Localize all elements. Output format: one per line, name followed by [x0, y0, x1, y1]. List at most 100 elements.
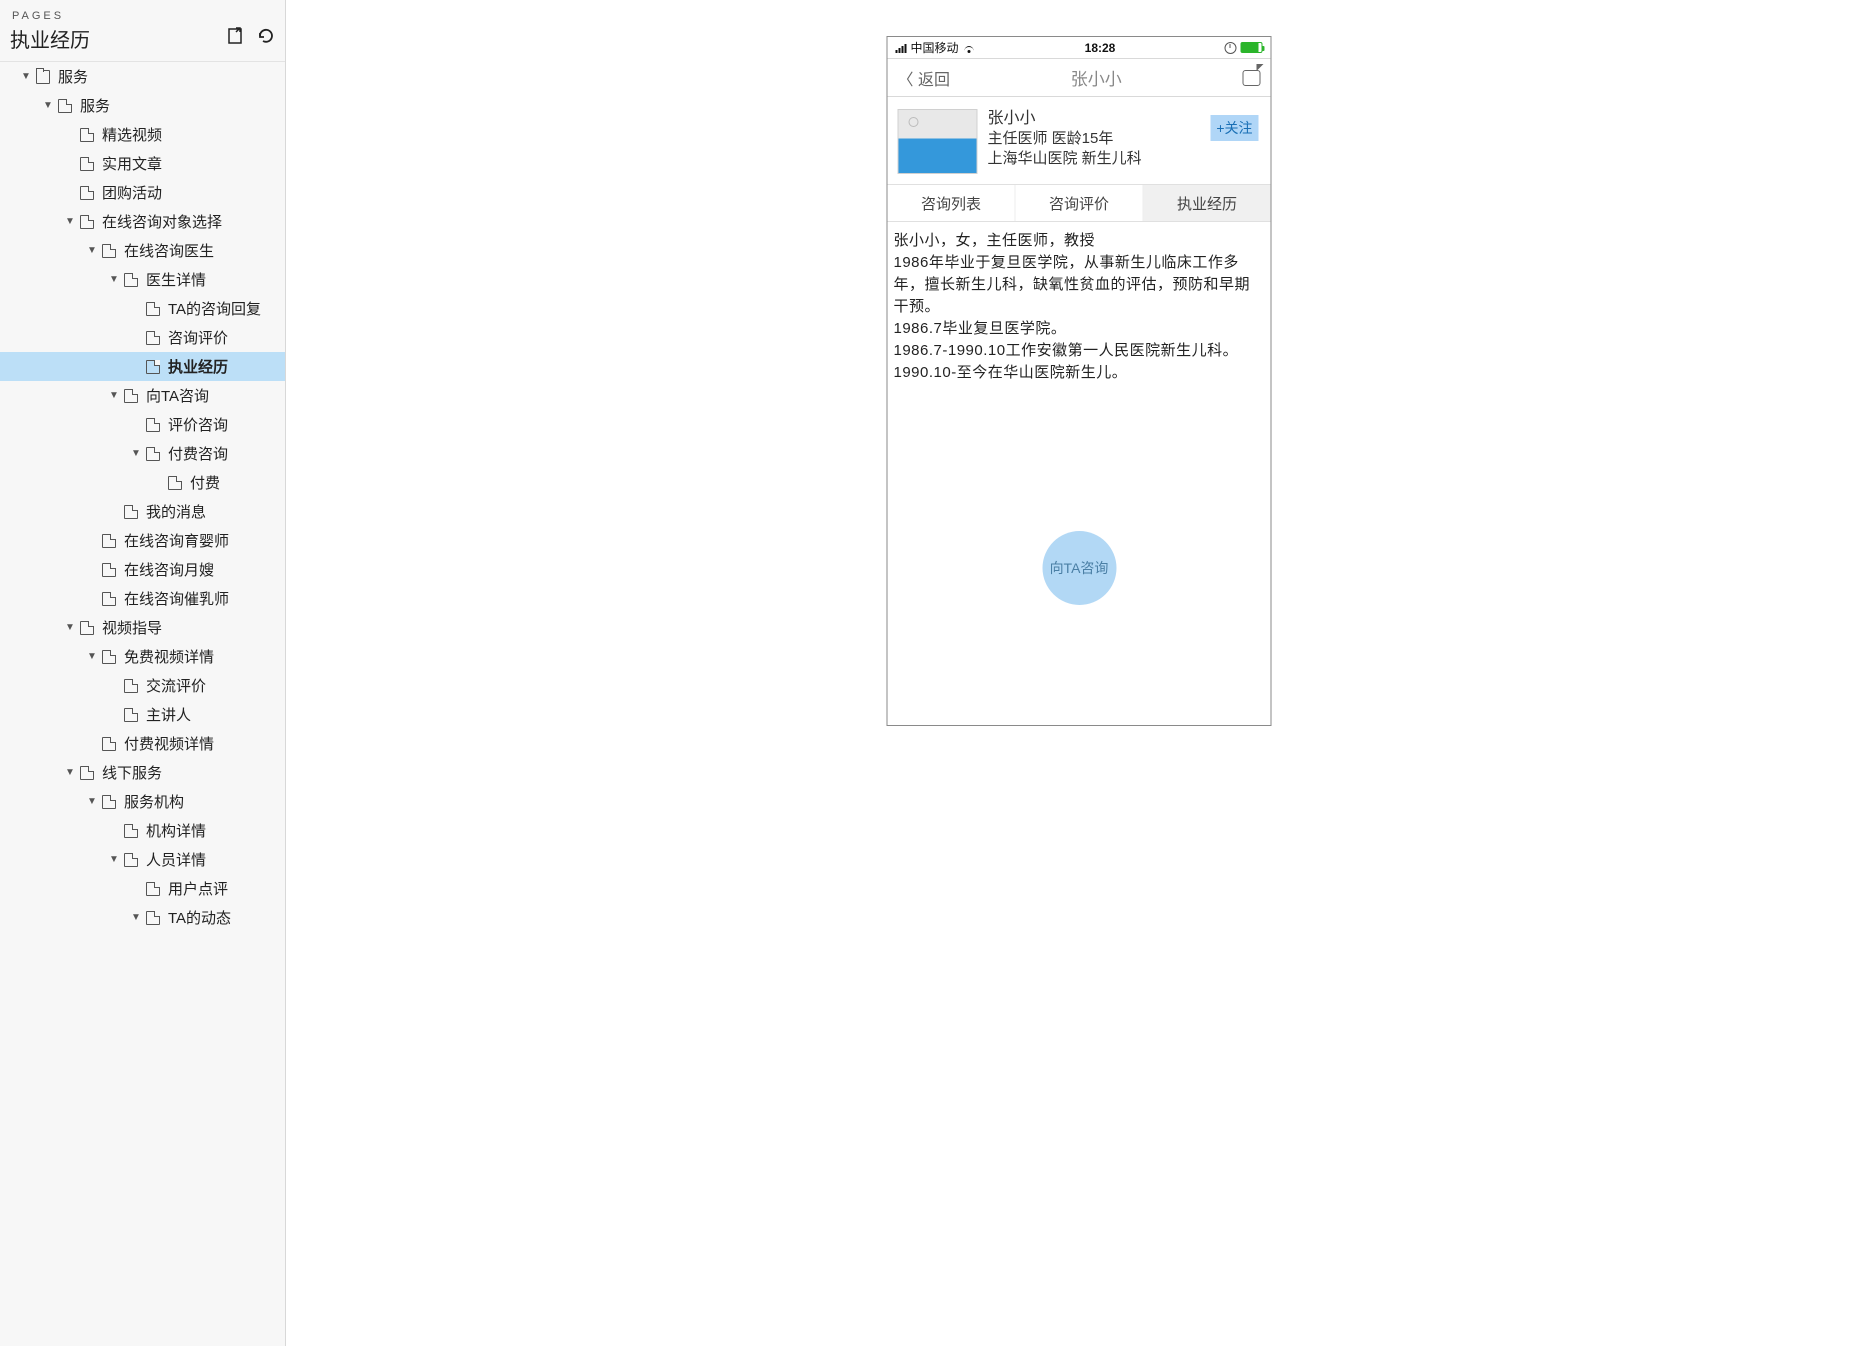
- tree-item-label: 执业经历: [168, 356, 228, 377]
- doctor-name: 张小小: [988, 109, 1142, 129]
- tab[interactable]: 执业经历: [1144, 185, 1271, 221]
- content-line: 1986.7毕业复旦医学院。: [894, 318, 1265, 340]
- tree-item[interactable]: ▼付费咨询: [0, 439, 285, 468]
- page-icon: [102, 737, 116, 751]
- expander-icon[interactable]: ▼: [108, 854, 120, 865]
- page-icon: [102, 563, 116, 577]
- content-line: 张小小，女，主任医师，教授: [894, 230, 1265, 252]
- tree-item[interactable]: ▼服务: [0, 62, 285, 91]
- page-icon: [124, 708, 138, 722]
- tree-item-label: 服务机构: [124, 791, 184, 812]
- expander-icon[interactable]: ▼: [108, 274, 120, 285]
- page-icon: [146, 447, 160, 461]
- tree-item[interactable]: 咨询评价: [0, 323, 285, 352]
- tree-item[interactable]: 实用文章: [0, 149, 285, 178]
- tree-item-label: 主讲人: [146, 704, 191, 725]
- expander-icon[interactable]: ▼: [86, 796, 98, 807]
- tree-item-label: TA的咨询回复: [168, 298, 261, 319]
- nav-title: 张小小: [1071, 65, 1122, 90]
- page-icon: [146, 331, 160, 345]
- battery-icon: [1241, 42, 1263, 53]
- expander-icon[interactable]: ▼: [64, 767, 76, 778]
- page-icon: [124, 679, 138, 693]
- tree-item[interactable]: ▼向TA咨询: [0, 381, 285, 410]
- tree-item[interactable]: 在线咨询催乳师: [0, 584, 285, 613]
- tree-item[interactable]: 用户点评: [0, 874, 285, 903]
- page-icon: [102, 592, 116, 606]
- nav-bar: 〈 返回 张小小: [888, 59, 1271, 97]
- doctor-hospital: 上海华山医院 新生儿科: [988, 149, 1142, 169]
- carrier-label: 中国移动: [911, 39, 959, 56]
- tab[interactable]: 咨询列表: [888, 185, 1016, 221]
- tree-item[interactable]: 付费: [0, 468, 285, 497]
- tree-item[interactable]: ▼ 服务机构: [0, 787, 285, 816]
- tree-item[interactable]: ▼ 在线咨询对象选择: [0, 207, 285, 236]
- tree-item-label: 视频指导: [102, 617, 162, 638]
- pages-sidebar: PAGES 执业经历 ▼服务▼服务精选视频实用文章团购活动▼在线咨询对象选择▼在…: [0, 0, 286, 1346]
- page-icon: [124, 853, 138, 867]
- tree-item-label: 在线咨询对象选择: [102, 211, 222, 232]
- tree-item-label: 机构详情: [146, 820, 206, 841]
- tree-item[interactable]: ▼ 视频指导: [0, 613, 285, 642]
- status-time: 18:28: [1085, 41, 1116, 55]
- tree-item-label: 我的消息: [146, 501, 206, 522]
- tree-item-label: 付费: [190, 472, 220, 493]
- tree-item[interactable]: 团购活动: [0, 178, 285, 207]
- page-tree[interactable]: ▼服务▼服务精选视频实用文章团购活动▼在线咨询对象选择▼在线咨询医生▼医生详情T…: [0, 62, 285, 1346]
- tab[interactable]: 咨询评价: [1016, 185, 1144, 221]
- expander-icon[interactable]: ▼: [64, 622, 76, 633]
- tree-item-label: 线下服务: [102, 762, 162, 783]
- device-frame: 中国移动 18:28 〈 返回 张小小 张小小 主任医: [887, 36, 1272, 726]
- expander-icon[interactable]: ▼: [86, 651, 98, 662]
- share-icon[interactable]: [1242, 70, 1260, 86]
- export-icon[interactable]: [227, 27, 245, 50]
- expander-icon[interactable]: ▼: [130, 912, 142, 923]
- tree-item[interactable]: ▼ 医生详情: [0, 265, 285, 294]
- follow-button[interactable]: +关注: [1210, 115, 1258, 141]
- expander-icon[interactable]: ▼: [86, 245, 98, 256]
- page-icon: [146, 882, 160, 896]
- tree-item[interactable]: 付费视频详情: [0, 729, 285, 758]
- design-canvas[interactable]: 中国移动 18:28 〈 返回 张小小 张小小 主任医: [286, 0, 1872, 1346]
- signal-icon: [896, 43, 907, 53]
- tree-item-label: 医生详情: [146, 269, 206, 290]
- expander-icon[interactable]: ▼: [42, 100, 54, 111]
- tree-item[interactable]: 执业经历: [0, 352, 285, 381]
- expander-icon[interactable]: ▼: [108, 390, 120, 401]
- folder-icon: [36, 70, 50, 84]
- tree-item[interactable]: 机构详情: [0, 816, 285, 845]
- tree-item[interactable]: TA的咨询回复: [0, 294, 285, 323]
- tree-item[interactable]: 在线咨询月嫂: [0, 555, 285, 584]
- refresh-icon[interactable]: [257, 27, 275, 50]
- sidebar-section-label: PAGES: [0, 0, 285, 24]
- consult-fab[interactable]: 向TA咨询: [1042, 531, 1116, 605]
- tree-item[interactable]: ▼服务: [0, 91, 285, 120]
- tree-item[interactable]: 我的消息: [0, 497, 285, 526]
- page-icon: [80, 157, 94, 171]
- tree-item[interactable]: ▼在线咨询医生: [0, 236, 285, 265]
- page-icon: [168, 476, 182, 490]
- tree-item[interactable]: ▼ 线下服务: [0, 758, 285, 787]
- page-icon: [58, 99, 72, 113]
- tree-item[interactable]: 主讲人: [0, 700, 285, 729]
- content-line: 1990.10-至今在华山医院新生儿。: [894, 362, 1265, 384]
- page-icon: [80, 215, 94, 229]
- tree-item[interactable]: ▼TA的动态: [0, 903, 285, 932]
- tree-item[interactable]: 交流评价: [0, 671, 285, 700]
- tree-item-label: 交流评价: [146, 675, 206, 696]
- tree-item[interactable]: 评价咨询: [0, 410, 285, 439]
- page-icon: [102, 244, 116, 258]
- page-icon: [146, 418, 160, 432]
- tree-item-label: 在线咨询育婴师: [124, 530, 229, 551]
- page-icon: [146, 911, 160, 925]
- tree-item[interactable]: ▼免费视频详情: [0, 642, 285, 671]
- expander-icon[interactable]: ▼: [64, 216, 76, 227]
- content-body: 张小小，女，主任医师，教授1986年毕业于复旦医学院，从事新生儿临床工作多年，擅…: [888, 222, 1271, 392]
- expander-icon[interactable]: ▼: [130, 448, 142, 459]
- expander-icon[interactable]: ▼: [20, 71, 32, 82]
- page-icon: [124, 505, 138, 519]
- tree-item[interactable]: 精选视频: [0, 120, 285, 149]
- tree-item[interactable]: 在线咨询育婴师: [0, 526, 285, 555]
- back-button[interactable]: 〈 返回: [898, 66, 950, 90]
- tree-item[interactable]: ▼人员详情: [0, 845, 285, 874]
